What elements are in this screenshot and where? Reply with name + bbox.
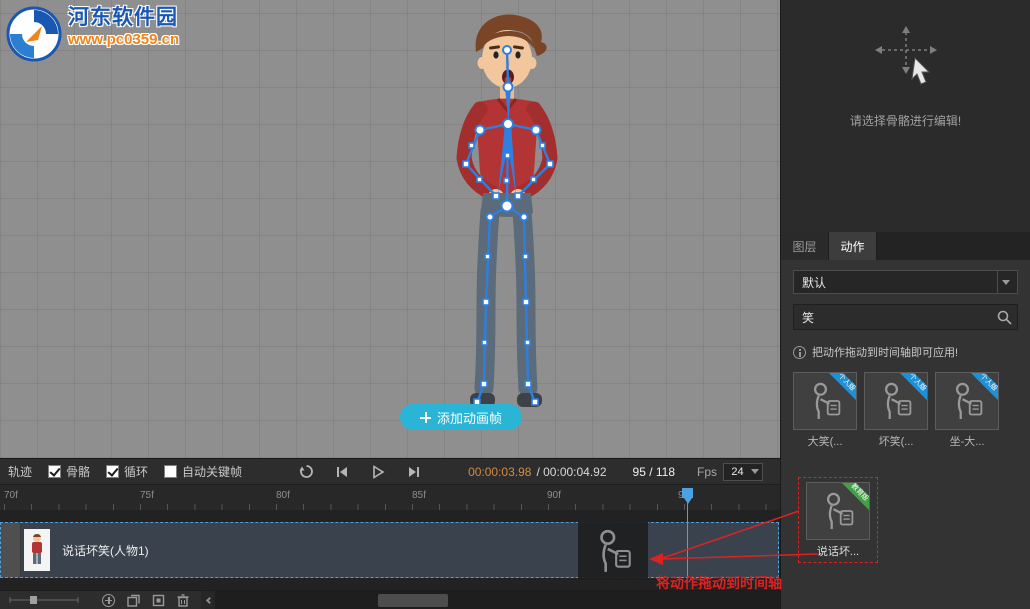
action-person-icon	[592, 528, 634, 574]
playhead-line	[687, 510, 688, 578]
action-label: 坐-大...	[935, 433, 999, 449]
action-category-value: 默认	[794, 274, 997, 291]
action-category-dropdown[interactable]: 默认	[793, 270, 1018, 294]
ruler-mark: 90f	[547, 490, 561, 501]
preview-hint-text: 请选择骨骼进行编辑!	[781, 112, 1030, 129]
action-label: 说话坏...	[806, 543, 870, 559]
action-person-icon	[807, 381, 843, 421]
zoom-in-icon[interactable]	[102, 594, 115, 607]
chevron-left-icon	[205, 596, 212, 603]
scroll-left-button[interactable]	[201, 591, 215, 609]
timeline-tracks[interactable]: 说话坏笑(人物1)	[0, 510, 780, 590]
tab-layers[interactable]: 图层	[781, 232, 829, 260]
timeline-toolbar: 轨迹 骨骼 循环 自动关键帧	[0, 458, 780, 484]
action-label: 大笑(...	[793, 433, 857, 449]
fps-dropdown[interactable]: 24	[723, 463, 763, 481]
track-thumbnail	[24, 529, 50, 571]
search-icon[interactable]	[993, 309, 1017, 325]
site-watermark: 河东软件园 www.pc0359.cn	[6, 6, 179, 62]
bone-edit-preview: 请选择骨骼进行编辑!	[781, 0, 1030, 232]
action-search-bar[interactable]	[793, 304, 1018, 330]
plus-icon	[420, 412, 431, 423]
auto-keyframe-checkbox-label: 自动关键帧	[182, 463, 242, 480]
left-column: 河东软件园 www.pc0359.cn	[0, 0, 780, 609]
scrollbar-thumb[interactable]	[378, 594, 448, 607]
timeline-bottom-bar	[0, 590, 780, 609]
copy-frame-icon[interactable]	[152, 594, 165, 607]
tip-row: 把动作拖动到时间轴即可应用!	[793, 344, 1018, 360]
tab-actions[interactable]: 动作	[829, 232, 877, 260]
watermark-site-name: 河东软件园	[68, 6, 179, 29]
playhead-handle[interactable]	[682, 488, 693, 498]
playback-controls	[298, 464, 422, 480]
character-with-bone-rig[interactable]	[420, 6, 590, 426]
play-icon[interactable]	[370, 464, 386, 480]
animation-editor-window: 河东软件园 www.pc0359.cn	[0, 0, 1030, 609]
previous-frame-icon[interactable]	[334, 464, 350, 480]
add-animation-frame-button[interactable]: 添加动画帧	[400, 404, 522, 430]
loop-checkbox-box[interactable]	[106, 465, 119, 478]
zoom-slider[interactable]	[8, 594, 80, 606]
action-item-smirk[interactable]: 个人版 坏笑(...	[864, 372, 928, 449]
track-thumbnail-character-icon	[28, 533, 46, 567]
right-panel: 请选择骨骼进行编辑! 图层 动作 默认 把动作拖动到	[780, 0, 1030, 609]
action-thumbnail[interactable]: 个人版	[935, 372, 999, 430]
add-animation-frame-label: 添加动画帧	[437, 408, 502, 427]
panel-tabs: 图层 动作	[781, 232, 1030, 260]
action-item-laugh[interactable]: 个人版 大笑(...	[793, 372, 857, 449]
watermark-text: 河东软件园 www.pc0359.cn	[68, 6, 179, 49]
dragged-action-item[interactable]: 教育版 说话坏...	[798, 477, 878, 563]
watermark-site-url: www.pc0359.cn	[68, 32, 179, 49]
chevron-down-icon	[1002, 280, 1010, 285]
bones-checkbox-label: 骨骼	[66, 463, 90, 480]
ruler-mark: 85f	[412, 490, 426, 501]
action-person-icon	[878, 381, 914, 421]
timeline-horizontal-scrollbar[interactable]	[215, 591, 780, 609]
auto-keyframe-checkbox[interactable]: 自动关键帧	[164, 463, 242, 480]
frame-counter: 95 / 118	[633, 465, 675, 479]
search-input[interactable]	[794, 310, 993, 324]
stage-canvas[interactable]: 河东软件园 www.pc0359.cn	[0, 0, 780, 458]
timeline-ruler[interactable]: 70f 75f 80f 85f 90f 95f	[0, 484, 780, 510]
ruler-mark: 75f	[140, 490, 154, 501]
fps-label: Fps	[697, 465, 717, 479]
site-logo-icon	[6, 6, 62, 62]
action-item-sit-laugh[interactable]: 个人版 坐-大...	[935, 372, 999, 449]
action-thumbnail[interactable]: 个人版	[864, 372, 928, 430]
action-thumbnail[interactable]: 教育版	[806, 482, 870, 540]
loop-checkbox-label: 循环	[124, 463, 148, 480]
action-person-icon	[820, 491, 856, 531]
actions-panel-body: 默认 把动作拖动到时间轴即可应用!	[781, 260, 1030, 459]
loop-checkbox[interactable]: 循环	[106, 463, 148, 480]
current-time: 00:00:03.98	[468, 465, 531, 479]
track-drag-handle[interactable]	[1, 523, 21, 577]
ruler-mark: 70f	[4, 490, 18, 501]
auto-keyframe-checkbox-box[interactable]	[164, 465, 177, 478]
duplicate-frame-icon[interactable]	[127, 594, 140, 607]
track-name: 说话坏笑(人物1)	[62, 542, 149, 559]
total-time: / 00:00:04.92	[536, 465, 606, 479]
dragged-action-ghost[interactable]	[578, 522, 648, 580]
action-label: 坏笑(...	[864, 433, 928, 449]
track-row[interactable]: 说话坏笑(人物1)	[0, 522, 779, 578]
bones-checkbox-box[interactable]	[48, 465, 61, 478]
loop-playback-icon[interactable]	[298, 464, 314, 480]
ruler-mark: 80f	[276, 490, 290, 501]
action-person-icon	[949, 381, 985, 421]
next-frame-icon[interactable]	[406, 464, 422, 480]
track-tool-label[interactable]: 轨迹	[8, 463, 32, 480]
action-grid: 个人版 大笑(... 个人版	[793, 372, 1018, 449]
delete-frame-icon[interactable]	[177, 594, 189, 607]
bones-checkbox[interactable]: 骨骼	[48, 463, 90, 480]
move-crosshair-icon	[869, 26, 943, 92]
tip-text: 把动作拖动到时间轴即可应用!	[812, 344, 958, 360]
info-icon	[793, 346, 806, 359]
chevron-down-icon	[751, 469, 759, 474]
dropdown-button[interactable]	[997, 271, 1017, 293]
action-thumbnail[interactable]: 个人版	[793, 372, 857, 430]
fps-value: 24	[724, 466, 751, 478]
